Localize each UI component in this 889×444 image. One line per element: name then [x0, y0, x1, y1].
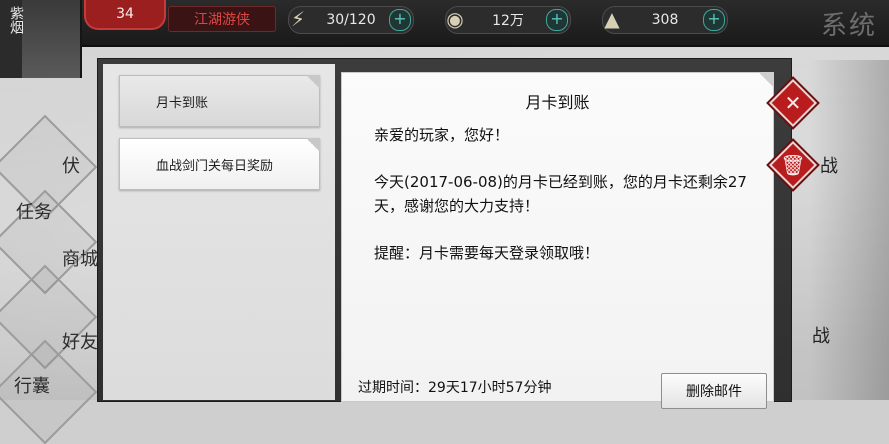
ingot-value: 308	[651, 12, 679, 28]
right-menu-label[interactable]: 战	[820, 152, 838, 178]
top-bar: 34 江湖游侠 ⚡ 30/120 + ◉ 12万 + ▲ 308 + 系统	[0, 0, 889, 47]
ingot-counter: ▲ 308 +	[602, 6, 728, 34]
mail-list-item-label: 月卡到账	[156, 95, 209, 111]
mail-list-item-label: 血战剑门关每日奖励	[156, 158, 274, 174]
coin-counter: ◉ 12万 +	[445, 6, 571, 34]
mail-title: 月卡到账	[525, 93, 590, 112]
coin-icon: ◉	[446, 7, 464, 31]
delete-icon-button[interactable]: 🗑	[768, 140, 818, 190]
side-menu-label-tasks[interactable]: 任务	[16, 198, 52, 224]
side-menu-label-shop[interactable]: 商城	[62, 245, 98, 271]
trash-icon: 🗑	[780, 153, 806, 177]
avatar	[22, 0, 80, 78]
mail-reminder: 提醒：月卡需要每天登录领取哦！	[374, 244, 600, 262]
right-menu-label[interactable]: 战	[812, 322, 830, 348]
system-corner-label[interactable]: 系统	[809, 0, 889, 46]
ingot-icon: ▲	[604, 7, 620, 31]
delete-mail-button[interactable]: 删除邮件	[661, 373, 767, 409]
lightning-icon: ⚡	[290, 7, 306, 31]
side-menu-label-friends[interactable]: 好友	[62, 328, 98, 354]
add-coin-button[interactable]: +	[546, 9, 568, 31]
add-ingot-button[interactable]: +	[703, 9, 725, 31]
close-button[interactable]: ✕	[768, 78, 818, 128]
level-badge: 34	[84, 0, 166, 30]
right-menu-area	[809, 60, 889, 400]
close-icon: ✕	[784, 91, 802, 115]
mail-message: 今天(2017-06-08)的月卡已经到账，您的月卡还剩余27天，感谢您的大力支…	[374, 173, 747, 215]
stamina-counter: ⚡ 30/120 +	[288, 6, 414, 34]
mail-content-panel: 月卡到账 亲爱的玩家，您好！ 今天(2017-06-08)的月卡已经到账，您的月…	[341, 72, 774, 409]
side-menu-label-bag[interactable]: 行囊	[14, 372, 50, 398]
mail-list-item[interactable]: 血战剑门关每日奖励	[119, 138, 320, 190]
player-name: 紫烟	[8, 6, 24, 34]
expire-time: 过期时间：29天17小时57分钟	[358, 380, 552, 396]
mail-body: 亲爱的玩家，您好！ 今天(2017-06-08)的月卡已经到账，您的月卡还剩余2…	[374, 123, 754, 288]
coin-value: 12万	[492, 13, 524, 29]
player-avatar-frame[interactable]: 紫烟	[0, 0, 82, 78]
side-menu-label: 伏	[62, 156, 80, 177]
player-title: 江湖游侠	[168, 6, 276, 32]
add-stamina-button[interactable]: +	[389, 9, 411, 31]
mail-greeting: 亲爱的玩家，您好！	[374, 126, 510, 144]
mail-list-item[interactable]: 月卡到账	[119, 75, 320, 127]
stamina-value: 30/120	[326, 12, 376, 28]
